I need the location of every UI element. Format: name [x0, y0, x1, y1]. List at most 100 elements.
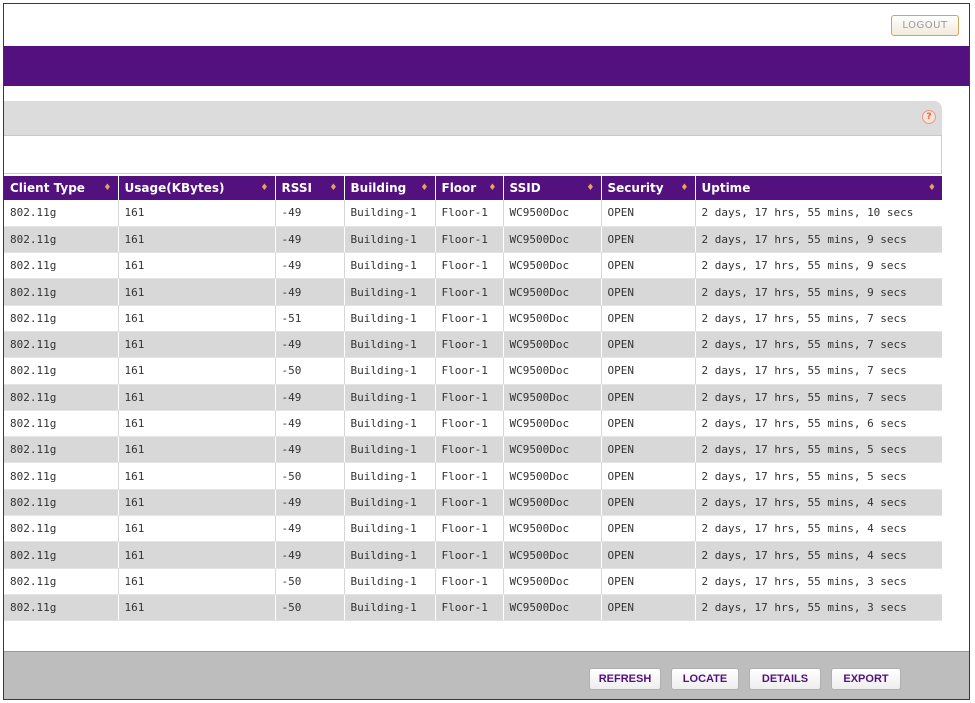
- help-icon[interactable]: ?: [922, 110, 936, 124]
- clients-table: Client Type ♦ Usage(KBytes) ♦ RSSI ♦ Building ♦…: [4, 176, 942, 622]
- table-cell: Building-1: [344, 305, 436, 332]
- table-cell: 161: [118, 410, 276, 438]
- table-cell: Building-1: [344, 200, 436, 227]
- table-row[interactable]: 802.11g 161 -49 Building-1 Floor-1 WC9500Doc O…: [4, 384, 942, 411]
- table-cell: 161: [118, 200, 276, 227]
- table-cell: -50: [275, 462, 345, 490]
- sort-icon[interactable]: ♦: [488, 183, 496, 193]
- sort-icon[interactable]: ♦: [928, 183, 936, 193]
- table-cell: -49: [275, 200, 345, 227]
- table-cell: -49: [275, 278, 345, 306]
- table-cell: 161: [118, 462, 276, 490]
- table-cell: OPEN: [601, 594, 696, 622]
- table-cell: 2 days, 17 hrs, 55 mins, 10 secs: [695, 200, 942, 227]
- table-row[interactable]: 802.11g 161 -50 Building-1 Floor-1 WC9500Doc O…: [4, 357, 942, 385]
- sort-icon[interactable]: ♦: [420, 183, 428, 193]
- column-header-rssi[interactable]: RSSI ♦: [275, 176, 345, 200]
- table-cell: -50: [275, 568, 345, 595]
- refresh-button[interactable]: REFRESH: [589, 668, 661, 690]
- column-header-content: SSID ♦: [510, 181, 595, 195]
- sort-icon[interactable]: ♦: [260, 183, 268, 193]
- column-header-label: RSSI: [281, 181, 312, 195]
- column-header-security[interactable]: Security ♦: [601, 176, 696, 200]
- table-row[interactable]: 802.11g 161 -51 Building-1 Floor-1 WC9500Doc O…: [4, 305, 942, 332]
- table-cell: 802.11g: [4, 331, 119, 359]
- table-cell: WC9500Doc: [503, 331, 602, 359]
- table-cell: Floor-1: [435, 305, 504, 332]
- table-row[interactable]: 802.11g 161 -49 Building-1 Floor-1 WC9500Doc O…: [4, 200, 942, 227]
- column-header-content: Uptime ♦: [702, 181, 937, 195]
- table-row[interactable]: 802.11g 161 -49 Building-1 Floor-1 WC9500Doc O…: [4, 541, 942, 569]
- table-cell: 802.11g: [4, 226, 119, 254]
- section-subheader: [4, 136, 942, 174]
- table-row[interactable]: 802.11g 161 -49 Building-1 Floor-1 WC9500Doc O…: [4, 410, 942, 438]
- header-bar: [4, 46, 969, 86]
- column-header-content: Security ♦: [608, 181, 689, 195]
- table-cell: 2 days, 17 hrs, 55 mins, 4 secs: [695, 541, 942, 569]
- sort-icon[interactable]: ♦: [103, 183, 111, 193]
- sort-icon[interactable]: ♦: [329, 183, 337, 193]
- table-cell: Floor-1: [435, 410, 504, 438]
- table-cell: WC9500Doc: [503, 357, 602, 385]
- table-cell: Building-1: [344, 252, 436, 280]
- column-header-uptime[interactable]: Uptime ♦: [695, 176, 942, 200]
- table-cell: Floor-1: [435, 331, 504, 359]
- column-header-content: Usage(KBytes) ♦: [125, 181, 269, 195]
- table-cell: Floor-1: [435, 357, 504, 385]
- table-row[interactable]: 802.11g 161 -50 Building-1 Floor-1 WC9500Doc O…: [4, 462, 942, 490]
- export-button[interactable]: EXPORT: [831, 668, 901, 690]
- column-header-usage-kbytes[interactable]: Usage(KBytes) ♦: [118, 176, 276, 200]
- table-row[interactable]: 802.11g 161 -49 Building-1 Floor-1 WC9500Doc O…: [4, 436, 942, 464]
- table-cell: Floor-1: [435, 436, 504, 464]
- table-cell: OPEN: [601, 515, 696, 543]
- table-row[interactable]: 802.11g 161 -49 Building-1 Floor-1 WC9500Doc O…: [4, 278, 942, 306]
- table-cell: 802.11g: [4, 594, 119, 622]
- table-row[interactable]: 802.11g 161 -50 Building-1 Floor-1 WC9500Doc O…: [4, 568, 942, 595]
- column-header-building[interactable]: Building ♦: [344, 176, 436, 200]
- column-header-content: RSSI ♦: [282, 181, 338, 195]
- table-cell: 161: [118, 252, 276, 280]
- table-body: 802.11g 161 -49 Building-1 Floor-1 WC9500Doc O…: [4, 200, 942, 622]
- table-cell: 161: [118, 515, 276, 543]
- table-cell: 802.11g: [4, 489, 119, 517]
- table-cell: OPEN: [601, 436, 696, 464]
- table-cell: 802.11g: [4, 436, 119, 464]
- table-cell: -49: [275, 226, 345, 254]
- table-cell: Floor-1: [435, 462, 504, 490]
- table-cell: 2 days, 17 hrs, 55 mins, 7 secs: [695, 331, 942, 359]
- table-cell: Building-1: [344, 568, 436, 595]
- locate-button[interactable]: LOCATE: [671, 668, 739, 690]
- table-row[interactable]: 802.11g 161 -49 Building-1 Floor-1 WC9500Doc O…: [4, 515, 942, 543]
- table-cell: 802.11g: [4, 305, 119, 332]
- table-cell: -49: [275, 436, 345, 464]
- table-cell: 2 days, 17 hrs, 55 mins, 4 secs: [695, 515, 942, 543]
- table-cell: OPEN: [601, 357, 696, 385]
- table-row[interactable]: 802.11g 161 -49 Building-1 Floor-1 WC9500Doc O…: [4, 252, 942, 280]
- table-cell: -51: [275, 305, 345, 332]
- table-row[interactable]: 802.11g 161 -50 Building-1 Floor-1 WC9500Doc O…: [4, 594, 942, 622]
- table-cell: WC9500Doc: [503, 252, 602, 280]
- table-cell: 2 days, 17 hrs, 55 mins, 9 secs: [695, 252, 942, 280]
- table-cell: 161: [118, 226, 276, 254]
- table-cell: 2 days, 17 hrs, 55 mins, 7 secs: [695, 357, 942, 385]
- table-row[interactable]: 802.11g 161 -49 Building-1 Floor-1 WC9500Doc O…: [4, 331, 942, 359]
- table-cell: WC9500Doc: [503, 541, 602, 569]
- column-header-client-type[interactable]: Client Type ♦: [4, 176, 119, 200]
- details-button[interactable]: DETAILS: [749, 668, 821, 690]
- table-cell: WC9500Doc: [503, 384, 602, 411]
- sort-icon[interactable]: ♦: [586, 183, 594, 193]
- table-row[interactable]: 802.11g 161 -49 Building-1 Floor-1 WC9500Doc O…: [4, 489, 942, 517]
- column-header-ssid[interactable]: SSID ♦: [503, 176, 602, 200]
- column-header-floor[interactable]: Floor ♦: [435, 176, 504, 200]
- table-cell: 802.11g: [4, 462, 119, 490]
- column-header-label: Usage(KBytes): [124, 181, 225, 195]
- table-cell: Floor-1: [435, 541, 504, 569]
- table-cell: 2 days, 17 hrs, 55 mins, 7 secs: [695, 305, 942, 332]
- table-cell: OPEN: [601, 489, 696, 517]
- table-cell: WC9500Doc: [503, 226, 602, 254]
- sort-icon[interactable]: ♦: [680, 183, 688, 193]
- logout-button[interactable]: LOGOUT: [891, 15, 959, 36]
- table-cell: Building-1: [344, 384, 436, 411]
- column-header-content: Client Type ♦: [10, 181, 112, 195]
- table-row[interactable]: 802.11g 161 -49 Building-1 Floor-1 WC9500Doc O…: [4, 226, 942, 254]
